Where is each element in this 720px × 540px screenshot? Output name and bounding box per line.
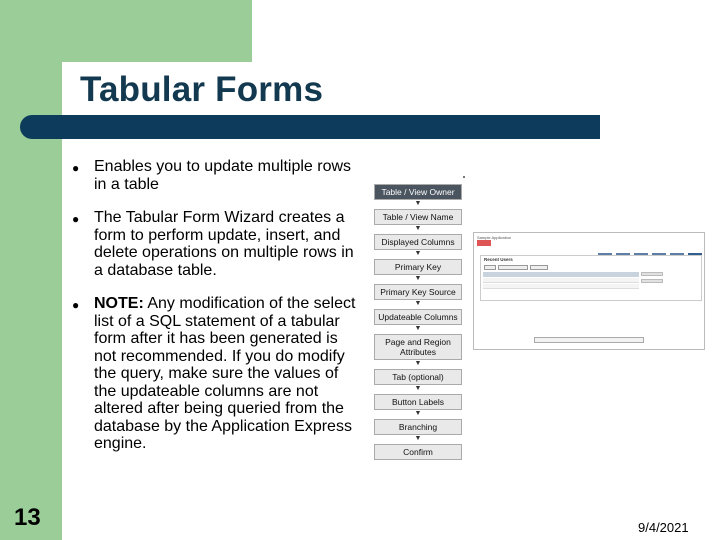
down-arrow-icon: ▼ (414, 435, 422, 442)
bullet-item: ● The Tabular Form Wizard creates a form… (72, 209, 362, 279)
down-arrow-icon: ▼ (414, 250, 422, 257)
down-arrow-icon: ▼ (414, 325, 422, 332)
bullet-dot-icon: ● (72, 298, 80, 312)
screenshot-region-title: Recent Users (484, 257, 513, 262)
down-arrow-icon: ▼ (414, 360, 422, 367)
down-arrow-icon: ▼ (414, 410, 422, 417)
down-arrow-icon: ▼ (414, 225, 422, 232)
wizard-step: Displayed Columns (374, 234, 462, 250)
wizard-step: Primary Key (374, 259, 462, 275)
screenshot-side-field (641, 279, 663, 283)
wizard-flow-diagram: Table / View Owner ▼ Table / View Name ▼… (374, 184, 462, 460)
screenshot-footer-links (534, 337, 644, 343)
down-arrow-icon: ▼ (414, 200, 422, 207)
down-arrow-icon: ▼ (414, 300, 422, 307)
bullet-text: Enables you to update multiple rows in a… (94, 158, 352, 193)
application-screenshot: Sample Application Recent Users (473, 232, 705, 350)
wizard-step: Branching (374, 419, 462, 435)
slide-title: Tabular Forms (80, 70, 324, 109)
wizard-step: Table / View Name (374, 209, 462, 225)
header-green-block (0, 0, 252, 62)
screenshot-side-field (641, 272, 663, 276)
screenshot-region: Recent Users (480, 255, 702, 301)
screenshot-table (483, 272, 639, 289)
slide-date: 9/4/2021 (638, 520, 689, 535)
wizard-step: Updateable Columns (374, 309, 462, 325)
bullet-item: ● Enables you to update multiple rows in… (72, 158, 362, 193)
wizard-step: Page and Region Attributes (374, 334, 462, 360)
title-underline-bar (20, 115, 600, 139)
wizard-step: Button Labels (374, 394, 462, 410)
screenshot-button (498, 265, 528, 270)
screenshot-tabs (474, 245, 704, 260)
down-arrow-icon: ▼ (414, 275, 422, 282)
bullet-text: Any modification of the select list of a… (94, 295, 356, 452)
wizard-step: Primary Key Source (374, 284, 462, 300)
screenshot-table-row (483, 278, 639, 283)
stray-dot (463, 176, 465, 178)
screenshot-button (530, 265, 548, 270)
page-number: 13 (14, 504, 41, 531)
note-label: NOTE: (94, 295, 144, 312)
bullet-list: ● Enables you to update multiple rows in… (72, 158, 362, 467)
screenshot-table-row (483, 284, 639, 289)
bullet-text: The Tabular Form Wizard creates a form t… (94, 209, 354, 279)
wizard-step: Table / View Owner (374, 184, 462, 200)
screenshot-button (484, 265, 496, 270)
screenshot-table-header (483, 272, 639, 277)
bullet-dot-icon: ● (72, 212, 80, 226)
bullet-dot-icon: ● (72, 161, 80, 175)
bullet-item: ● NOTE: Any modification of the select l… (72, 295, 362, 453)
wizard-step: Tab (optional) (374, 369, 462, 385)
down-arrow-icon: ▼ (414, 385, 422, 392)
wizard-step: Confirm (374, 444, 462, 460)
